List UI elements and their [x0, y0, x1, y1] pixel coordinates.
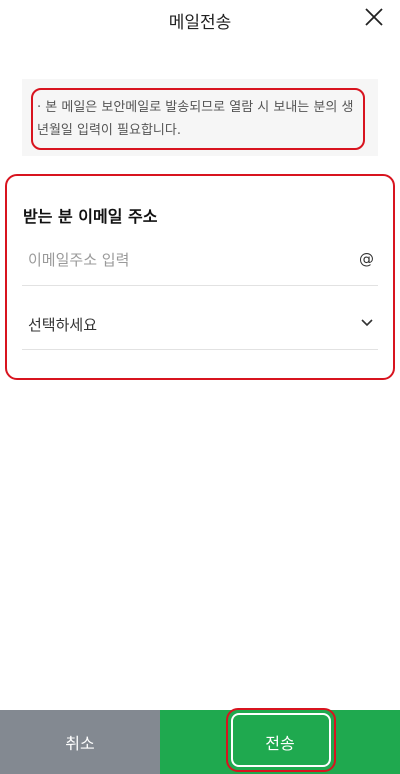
header: 메일전송: [0, 0, 400, 36]
recipient-email-label: 받는 분 이메일 주소: [23, 207, 158, 226]
send-button[interactable]: 전송: [160, 710, 400, 774]
page-title: 메일전송: [168, 13, 232, 33]
email-domain-select[interactable]: 선택하세요: [22, 302, 378, 350]
email-domain-select-value: 선택하세요: [28, 316, 98, 334]
cancel-button[interactable]: 취소: [0, 710, 160, 774]
at-sign: @: [359, 250, 374, 268]
mail-send-screen: 메일전송 · 본 메일은 보안메일로 발송되므로 열람 시 보내는 분의 생년월…: [0, 0, 400, 774]
notice-text: · 본 메일은 보안메일로 발송되므로 열람 시 보내는 분의 생년월일 입력이…: [37, 100, 354, 138]
email-local-input[interactable]: [28, 248, 338, 272]
chevron-down-icon: [361, 319, 373, 327]
send-button-label: 전송: [265, 734, 295, 753]
close-icon[interactable]: [362, 5, 386, 29]
cancel-button-label: 취소: [65, 734, 95, 753]
email-field-row: @: [22, 240, 378, 286]
